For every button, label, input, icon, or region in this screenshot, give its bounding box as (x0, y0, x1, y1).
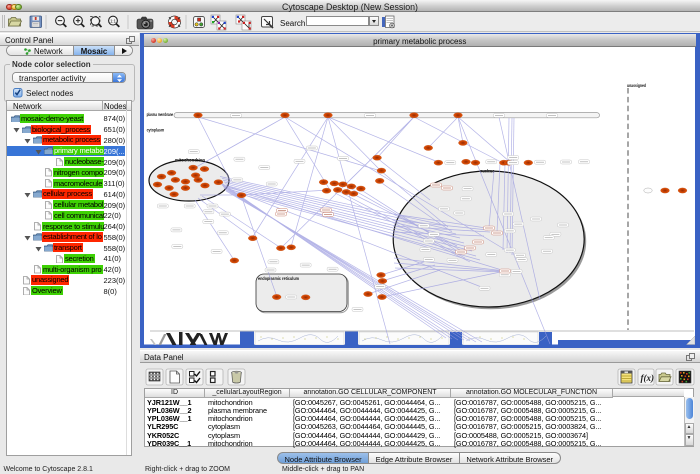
svg-text:cytoplasm: cytoplasm (147, 128, 165, 133)
svg-text:1:1: 1:1 (110, 18, 116, 23)
svg-text:Search:: Search: (280, 19, 308, 28)
svg-text:unassigned: unassigned (627, 83, 646, 88)
svg-text:nucleus: nucleus (480, 168, 495, 173)
svg-text:f(x): f(x) (641, 373, 655, 383)
svg-text:mitochondrion: mitochondrion (175, 158, 205, 163)
svg-text:endoplasmic reticulum: endoplasmic reticulum (258, 276, 299, 281)
svg-text:plasma membrane: plasma membrane (147, 112, 174, 117)
